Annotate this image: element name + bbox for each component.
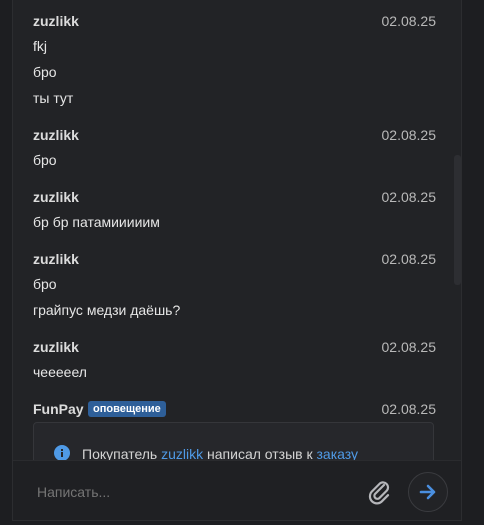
- message-text: бро: [33, 276, 57, 292]
- message-text: бро: [33, 64, 57, 80]
- scrollbar-thumb[interactable]: [454, 155, 461, 285]
- message-author[interactable]: zuzlikk: [33, 339, 79, 355]
- message-input[interactable]: [25, 473, 389, 511]
- message-date: 02.08.25: [381, 401, 437, 417]
- message-date: 02.08.25: [381, 251, 437, 267]
- notice-text: Покупатель zuzlikk написал отзыв к заказ…: [82, 446, 358, 460]
- message-text: бро: [33, 152, 57, 168]
- message-text: чееееел: [33, 364, 87, 380]
- message-list[interactable]: zuzlikk 02.08.25 fkj бро ты тут zuzlikk …: [13, 0, 453, 460]
- message-date: 02.08.25: [381, 127, 437, 143]
- chat-panel: zuzlikk 02.08.25 fkj бро ты тут zuzlikk …: [12, 0, 462, 521]
- buyer-link[interactable]: zuzlikk: [161, 446, 203, 460]
- review-notice: Покупатель zuzlikk написал отзыв к заказ…: [33, 422, 434, 460]
- message-author[interactable]: zuzlikk: [33, 127, 79, 143]
- info-circle-icon: [54, 445, 70, 460]
- message-date: 02.08.25: [381, 339, 437, 355]
- message-composer: [13, 460, 461, 520]
- message-author[interactable]: zuzlikk: [33, 13, 79, 29]
- message-author[interactable]: zuzlikk: [33, 189, 79, 205]
- send-button[interactable]: [408, 472, 448, 512]
- paperclip-icon[interactable]: [365, 477, 393, 505]
- notification-badge: оповещение: [88, 401, 166, 417]
- message-author[interactable]: zuzlikk: [33, 251, 79, 267]
- message-text: грайпус медзи даёшь?: [33, 302, 181, 318]
- message-date: 02.08.25: [381, 189, 437, 205]
- message-text: бр бр патамииииим: [33, 214, 160, 230]
- message-text: ты тут: [33, 90, 74, 106]
- order-link[interactable]: заказу: [317, 446, 359, 460]
- system-author: FunPay: [33, 401, 84, 417]
- message-date: 02.08.25: [381, 13, 437, 29]
- notice-prefix: Покупатель: [82, 446, 162, 460]
- message-text: fkj: [33, 38, 47, 54]
- notice-middle: написал отзыв к: [203, 446, 317, 460]
